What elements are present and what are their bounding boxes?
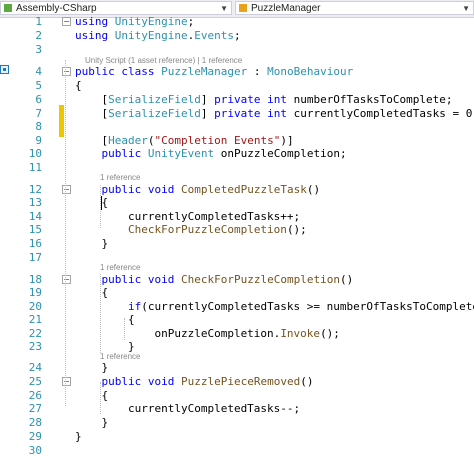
reference-count-link[interactable]: 1 reference (100, 172, 140, 184)
code-lens-class: Unity Script (1 asset reference) | 1 ref… (0, 55, 474, 67)
code-lens-check: 1 reference (0, 262, 474, 274)
class-icon (239, 4, 247, 12)
collapse-box-icon[interactable]: − (62, 377, 71, 386)
indent-guide (100, 382, 101, 414)
indent-guide (100, 185, 101, 228)
reference-count-link[interactable]: 1 reference (100, 351, 140, 363)
code-editor[interactable]: 1 using UnityEngine; −2 using UnityEngine.E… (0, 15, 474, 470)
csharp-project-icon (4, 4, 12, 12)
collapse-box-icon[interactable]: − (62, 275, 71, 284)
code-line[interactable]: 30 (0, 442, 474, 460)
line-number: 30 (28, 444, 42, 457)
collapse-box-icon[interactable]: − (62, 185, 71, 194)
reference-count-link[interactable]: Unity Script (1 asset reference) | 1 ref… (85, 55, 242, 67)
indent-guide (100, 274, 101, 353)
collapse-box-icon[interactable]: − (62, 67, 71, 76)
collapse-box-icon[interactable]: − (62, 17, 71, 26)
indent-guide (65, 60, 66, 406)
code-lens-completed: 1 reference (0, 172, 474, 184)
code-lens-removed: 1 reference (0, 351, 474, 363)
indent-guide (124, 318, 125, 340)
reference-count-link[interactable]: 1 reference (100, 262, 140, 274)
